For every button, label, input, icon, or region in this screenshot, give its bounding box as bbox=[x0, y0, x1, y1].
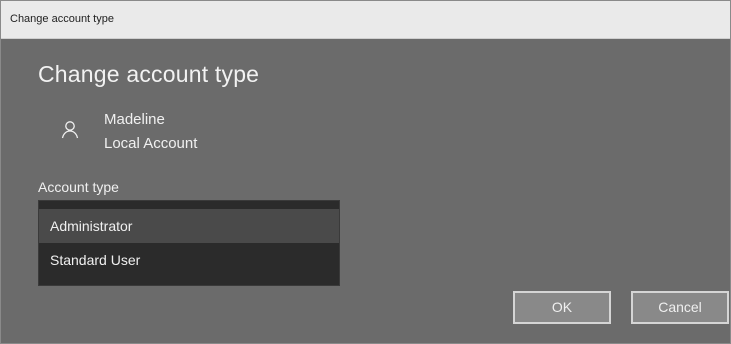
dropdown-top-strip bbox=[39, 201, 339, 209]
title-bar[interactable]: Change account type bbox=[1, 1, 730, 39]
change-account-type-dialog: Change account type Change account type … bbox=[0, 0, 731, 344]
page-title: Change account type bbox=[38, 61, 260, 87]
user-icon bbox=[59, 119, 81, 141]
account-type-dropdown-list: Administrator Standard User bbox=[38, 200, 340, 286]
cancel-button[interactable]: Cancel bbox=[631, 291, 729, 324]
account-type-label: Account type bbox=[38, 179, 119, 195]
option-administrator[interactable]: Administrator bbox=[39, 209, 339, 243]
ok-button[interactable]: OK bbox=[513, 291, 611, 324]
user-name: Madeline bbox=[104, 111, 165, 128]
window-title: Change account type bbox=[10, 13, 114, 25]
account-kind: Local Account bbox=[104, 135, 198, 152]
option-standard-user[interactable]: Standard User bbox=[39, 243, 339, 277]
